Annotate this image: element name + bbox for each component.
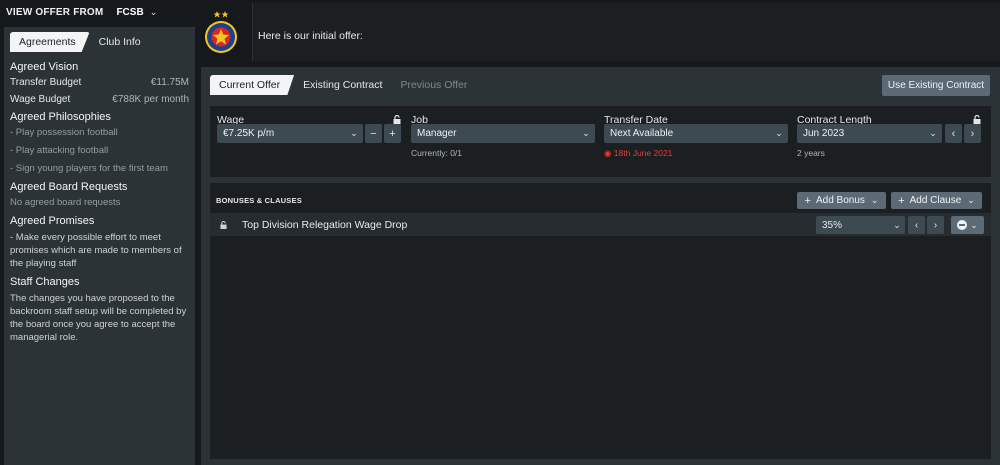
bonuses-clauses-panel: BONUSES & CLAUSES + Add Bonus ⌄ + Add Cl… (210, 183, 991, 459)
contract-length-sub: 2 years (797, 148, 825, 158)
offer-message-box: Here is our initial offer: (252, 3, 1000, 61)
agreed-philosophies-title: Agreed Philosophies (10, 111, 111, 123)
warning-icon: ◉ (604, 148, 612, 158)
job-value: Manager (417, 128, 457, 139)
add-bonus-button[interactable]: + Add Bonus ⌄ (797, 192, 886, 209)
clause-value-select[interactable]: 35% ⌄ (816, 216, 905, 234)
bonuses-clauses-title: BONUSES & CLAUSES (216, 196, 302, 205)
contract-length-next-button[interactable]: › (964, 124, 981, 143)
tab-club-info[interactable]: Club Info (90, 32, 150, 52)
add-clause-button[interactable]: + Add Clause ⌄ (891, 192, 982, 209)
philosophy-item: - Play possession football (10, 127, 118, 138)
transfer-date-select[interactable]: Next Available ⌄ (604, 124, 788, 143)
agreements-panel: Agreements Club Info Agreed Vision Trans… (4, 27, 195, 465)
clause-next-button[interactable]: › (927, 216, 944, 234)
agreed-vision-title: Agreed Vision (10, 61, 79, 73)
staff-changes-title: Staff Changes (10, 276, 80, 288)
wage-increase-button[interactable]: + (384, 124, 401, 143)
clause-prev-button[interactable]: ‹ (908, 216, 925, 234)
clause-remove-button[interactable]: ⌄ (951, 216, 984, 234)
lock-icon[interactable] (973, 115, 981, 124)
lock-icon[interactable] (220, 221, 227, 229)
left-tabs: Agreements Club Info (4, 27, 195, 52)
clause-row: Top Division Relegation Wage Drop 35% ⌄ … (210, 213, 991, 236)
transfer-date-sub: 18th June 2021 (613, 148, 673, 158)
wage-budget-label: Wage Budget (10, 94, 71, 105)
view-offer-label: VIEW OFFER FROM (6, 6, 104, 18)
transfer-budget-value: €11.75M (150, 77, 189, 88)
job-select[interactable]: Manager ⌄ (411, 124, 595, 143)
transfer-date-warning: ◉ 18th June 2021 (604, 148, 672, 159)
clause-label: Top Division Relegation Wage Drop (242, 219, 408, 231)
chevron-down-icon[interactable]: ⌄ (577, 124, 595, 143)
agreed-promises-title: Agreed Promises (10, 215, 95, 227)
club-crest-icon (205, 11, 237, 53)
philosophy-item: - Sign young players for the first team (10, 163, 168, 174)
transfer-budget-label: Transfer Budget (10, 77, 82, 88)
philosophy-item: - Play attacking football (10, 145, 109, 156)
remove-icon (957, 220, 968, 230)
wage-decrease-button[interactable]: − (365, 124, 382, 143)
tab-previous-offer[interactable]: Previous Offer (391, 75, 476, 95)
plus-icon: + (898, 194, 905, 207)
wage-budget-value: €788K per month (112, 94, 189, 105)
chevron-down-icon[interactable]: ⌄ (889, 216, 905, 234)
contract-length-value: Jun 2023 (803, 128, 845, 139)
offer-message: Here is our initial offer: (258, 30, 363, 42)
tab-current-offer[interactable]: Current Offer (210, 75, 295, 95)
plus-icon: + (804, 194, 811, 207)
chevron-down-icon[interactable]: ⌄ (150, 7, 158, 18)
offer-tabs: Current Offer Existing Contract Previous… (210, 75, 476, 95)
transfer-date-value: Next Available (610, 128, 674, 139)
chevron-down-icon: ⌄ (970, 219, 978, 230)
add-bonus-label: Add Bonus (815, 195, 865, 206)
club-selector[interactable]: FCSB (116, 7, 143, 18)
contract-length-select[interactable]: Jun 2023 ⌄ (797, 124, 942, 143)
chevron-down-icon[interactable]: ⌄ (770, 124, 788, 143)
transfer-budget-row: Transfer Budget €11.75M (10, 77, 189, 88)
chevron-down-icon: ⌄ (967, 195, 975, 205)
chevron-down-icon[interactable]: ⌄ (345, 124, 363, 143)
promises-text: - Make every possible effort to meet pro… (10, 232, 182, 269)
staff-changes-text: The changes you have proposed to the bac… (10, 293, 187, 343)
contract-length-prev-button[interactable]: ‹ (945, 124, 962, 143)
wage-value: €7.25K p/m (223, 128, 275, 139)
agreed-board-requests-title: Agreed Board Requests (10, 181, 128, 193)
wage-input[interactable]: €7.25K p/m ⌄ (217, 124, 363, 143)
add-clause-label: Add Clause (909, 195, 962, 206)
chevron-down-icon: ⌄ (870, 195, 879, 205)
offer-panel: Current Offer Existing Contract Previous… (201, 67, 1000, 465)
tab-existing-contract[interactable]: Existing Contract (294, 75, 391, 95)
clause-value: 35% (822, 219, 843, 231)
board-requests-text: No agreed board requests (10, 197, 121, 208)
lock-icon[interactable] (393, 115, 401, 124)
use-existing-contract-button[interactable]: Use Existing Contract (882, 75, 990, 96)
job-currently: Currently: 0/1 (411, 148, 463, 158)
chevron-down-icon[interactable]: ⌄ (924, 124, 942, 143)
contract-terms: Wage €7.25K p/m ⌄ − + Job Manager ⌄ Curr… (210, 106, 991, 177)
view-offer-header: VIEW OFFER FROM FCSB ⌄ (0, 0, 200, 24)
tab-agreements[interactable]: Agreements (10, 32, 90, 52)
wage-budget-row: Wage Budget €788K per month (10, 94, 189, 105)
